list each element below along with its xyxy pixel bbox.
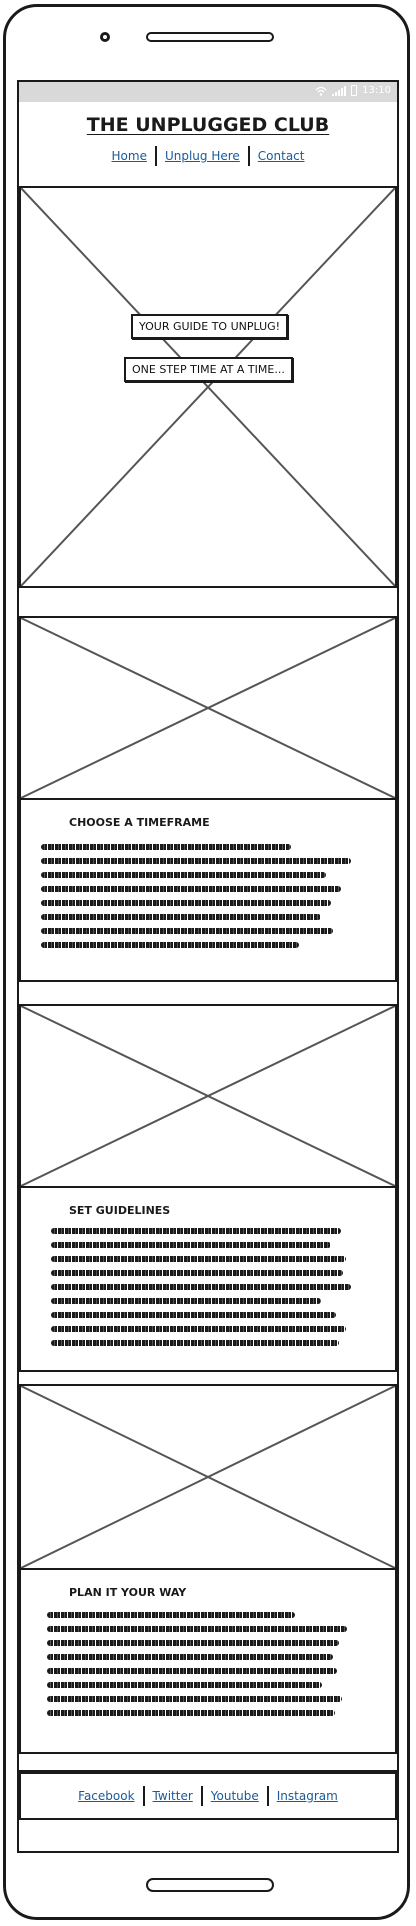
scribble-text [41, 844, 361, 956]
speaker-grille [146, 32, 274, 42]
wifi-icon [315, 86, 327, 96]
status-bar: 13:10 [19, 82, 397, 102]
footer-link-youtube[interactable]: Youtube [203, 1789, 267, 1803]
footer-link-instagram[interactable]: Instagram [269, 1789, 346, 1803]
battery-icon [351, 85, 358, 96]
image-placeholder-icon [21, 1386, 395, 1568]
site-footer: Facebook Twitter Youtube Instagram [19, 1772, 397, 1820]
footer-link-facebook[interactable]: Facebook [70, 1789, 142, 1803]
scribble-text [47, 1612, 357, 1724]
section-image-placeholder [19, 1004, 397, 1188]
phone-screen: 13:10 THE UNPLUGGED CLUB Home Unplug Her… [17, 80, 399, 1853]
section-image-placeholder [19, 616, 397, 800]
section-card-timeframe: CHOOSE A TIMEFRAME [19, 798, 397, 982]
status-time: 13:10 [362, 85, 391, 96]
hero-tagline: YOUR GUIDE TO UNPLUG! [131, 314, 289, 339]
image-placeholder-icon [21, 618, 395, 798]
section-title: SET GUIDELINES [69, 1204, 171, 1217]
site-header: THE UNPLUGGED CLUB Home Unplug Here Cont… [19, 102, 397, 188]
hero-image-placeholder: YOUR GUIDE TO UNPLUG! ONE STEP TIME AT A… [19, 186, 397, 588]
section-divider [19, 1752, 397, 1772]
section-divider [19, 586, 397, 618]
hero-subtagline: ONE STEP TIME AT A TIME... [124, 357, 293, 382]
section-title: PLAN IT YOUR WAY [69, 1586, 187, 1599]
camera-icon [100, 32, 110, 42]
footer-link-twitter[interactable]: Twitter [145, 1789, 201, 1803]
image-placeholder-icon [21, 188, 395, 586]
nav-home[interactable]: Home [104, 149, 155, 163]
section-title: CHOOSE A TIMEFRAME [69, 816, 210, 829]
section-card-guidelines: SET GUIDELINES [19, 1186, 397, 1372]
social-links: Facebook Twitter Youtube Instagram [21, 1786, 395, 1806]
main-nav: Home Unplug Here Contact [19, 146, 397, 166]
scribble-text [51, 1228, 361, 1354]
image-placeholder-icon [21, 1006, 395, 1186]
signal-icon [332, 85, 347, 96]
section-divider [19, 980, 397, 1006]
section-image-placeholder [19, 1384, 397, 1570]
nav-contact[interactable]: Contact [250, 149, 313, 163]
section-card-plan: PLAN IT YOUR WAY [19, 1568, 397, 1754]
site-title[interactable]: THE UNPLUGGED CLUB [19, 114, 397, 136]
nav-unplug-here[interactable]: Unplug Here [157, 149, 248, 163]
home-button[interactable] [146, 1878, 274, 1892]
